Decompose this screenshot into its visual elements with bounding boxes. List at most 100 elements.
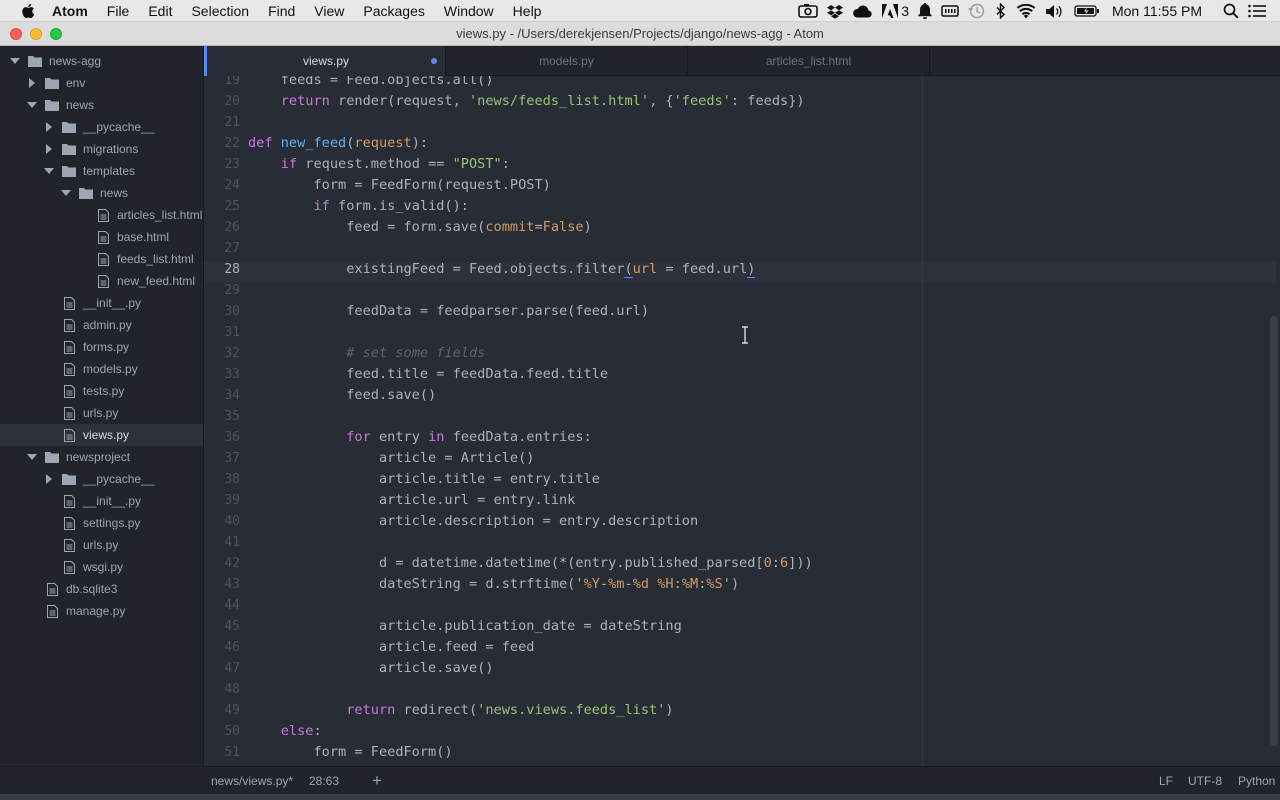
camera-icon[interactable] [798,0,818,22]
menu-find[interactable]: Find [268,0,295,22]
tree-file-row[interactable]: base.html [0,226,203,248]
code-line[interactable]: feed.save() [248,385,436,406]
tree-file-row[interactable]: admin.py [0,314,203,336]
spotlight-search-icon[interactable] [1223,0,1239,22]
code-area[interactable]: feeds = Feed.objects.all() return render… [248,76,1268,766]
bluetooth-icon[interactable] [995,0,1007,22]
tree-view: news-agg env news __pycache__ migrations temp… [0,46,204,766]
code-line[interactable]: for entry in feedData.entries: [248,427,592,448]
tree-file-row[interactable]: urls.py [0,402,203,424]
folder-icon [28,54,42,68]
add-pane-button[interactable]: + [372,767,382,795]
tab-views-py[interactable]: views.py [204,46,446,76]
apple-menu-icon[interactable] [20,3,36,19]
code-line[interactable]: if form.is_valid(): [248,196,469,217]
tree-folder-row[interactable]: __pycache__ [0,468,203,490]
code-line[interactable]: else: [248,721,322,742]
tree-file-row[interactable]: wsgi.py [0,556,203,578]
volume-icon[interactable] [1045,0,1065,22]
tree-folder-row[interactable]: newsproject [0,446,203,468]
menu-edit[interactable]: Edit [148,0,172,22]
code-line[interactable]: dateString = d.strftime('%Y-%m-%d %H:%M:… [248,574,739,595]
code-line[interactable]: article = Article() [248,448,535,469]
menu-selection[interactable]: Selection [191,0,249,22]
dropbox-icon[interactable] [827,0,844,22]
tree-folder-row[interactable]: migrations [0,138,203,160]
status-file-path[interactable]: news/views.py* [211,767,293,795]
adobe-icon[interactable]: 3 [881,0,909,22]
code-line[interactable]: if request.method == "POST": [248,154,510,175]
wifi-icon[interactable] [1016,0,1036,22]
chevron-down-icon[interactable] [10,56,20,66]
code-line[interactable]: article.url = entry.link [248,490,575,511]
status-encoding[interactable]: UTF-8 [1188,767,1222,795]
memory-meter-icon[interactable] [941,0,959,22]
code-line[interactable]: form = FeedForm(request.POST) [248,175,550,196]
tree-file-row[interactable]: forms.py [0,336,203,358]
time-machine-icon[interactable] [968,0,986,22]
tree-file-row[interactable]: settings.py [0,512,203,534]
tree-file-row[interactable]: tests.py [0,380,203,402]
tree-file-row[interactable]: feeds_list.html [0,248,203,270]
tree-folder-row[interactable]: templates [0,160,203,182]
notification-center-icon[interactable] [1248,0,1266,22]
tree-folder-row[interactable]: env [0,72,203,94]
code-line[interactable]: feedData = feedparser.parse(feed.url) [248,301,649,322]
tree-file-row[interactable]: urls.py [0,534,203,556]
code-line[interactable]: article.save() [248,658,494,679]
code-line[interactable]: existingFeed = Feed.objects.filter(url =… [248,259,756,280]
chevron-down-icon[interactable] [44,166,54,176]
status-cursor-position[interactable]: 28:63 [309,767,339,795]
code-line[interactable]: article.publication_date = dateString [248,616,682,637]
tree-file-row[interactable]: manage.py [0,600,203,622]
tree-file-row[interactable]: __init__.py [0,292,203,314]
tree-file-row[interactable]: db.sqlite3 [0,578,203,600]
tree-file-row[interactable]: __init__.py [0,490,203,512]
chevron-right-icon[interactable] [44,474,54,484]
chevron-down-icon[interactable] [61,188,71,198]
code-line[interactable]: d = datetime.datetime(*(entry.published_… [248,553,813,574]
code-line[interactable]: article.description = entry.description [248,511,698,532]
code-line[interactable]: # set some fields [248,343,485,364]
tree-folder-row[interactable]: news [0,94,203,116]
tree-file-row[interactable]: articles_list.html [0,204,203,226]
menu-clock[interactable]: Mon 11:55 PM [1112,0,1202,22]
tree-folder-row[interactable]: news-agg [0,50,203,72]
tree-item-label: newsproject [66,450,131,464]
code-line[interactable]: article.title = entry.title [248,469,600,490]
menu-app-atom[interactable]: Atom [52,0,88,22]
chevron-right-icon[interactable] [44,144,54,154]
status-grammar[interactable]: Python [1238,767,1275,795]
chevron-down-icon[interactable] [27,452,37,462]
battery-icon[interactable] [1074,0,1100,22]
line-number: 20 [224,94,240,109]
chevron-down-icon[interactable] [27,100,37,110]
vertical-scrollbar[interactable] [1270,316,1278,746]
tree-file-row[interactable]: new_feed.html [0,270,203,292]
code-line[interactable]: article.feed = feed [248,637,535,658]
code-editor[interactable]: 19 20 21 22 23 24 25 26 27 28 29 30 31 32 33 34 35 36 37 38… [204,76,1280,766]
code-line[interactable]: return render(request, 'news/feeds_list.… [248,91,805,112]
cloud-icon[interactable] [852,0,872,22]
notification-bell-icon[interactable] [918,0,932,22]
menu-file[interactable]: File [107,0,130,22]
chevron-right-icon[interactable] [44,122,54,132]
status-line-ending[interactable]: LF [1159,767,1173,795]
tab-models-py[interactable]: models.py [446,46,688,76]
tree-folder-row[interactable]: news [0,182,203,204]
code-line[interactable]: feeds = Feed.objects.all() [248,76,494,91]
menu-help[interactable]: Help [513,0,542,22]
code-line[interactable]: def new_feed(request): [248,133,428,154]
tree-folder-row[interactable]: __pycache__ [0,116,203,138]
menu-window[interactable]: Window [444,0,494,22]
code-line[interactable]: form = FeedForm() [248,742,452,763]
code-line[interactable]: return redirect('news.views.feeds_list') [248,700,673,721]
menu-view[interactable]: View [314,0,344,22]
code-line[interactable]: feed.title = feedData.feed.title [248,364,608,385]
menu-packages[interactable]: Packages [363,0,424,22]
chevron-right-icon[interactable] [27,78,37,88]
tab-articles-list-html[interactable]: articles_list.html [688,46,930,76]
tree-file-row[interactable]: views.py [0,424,203,446]
tree-file-row[interactable]: models.py [0,358,203,380]
code-line[interactable]: feed = form.save(commit=False) [248,217,592,238]
